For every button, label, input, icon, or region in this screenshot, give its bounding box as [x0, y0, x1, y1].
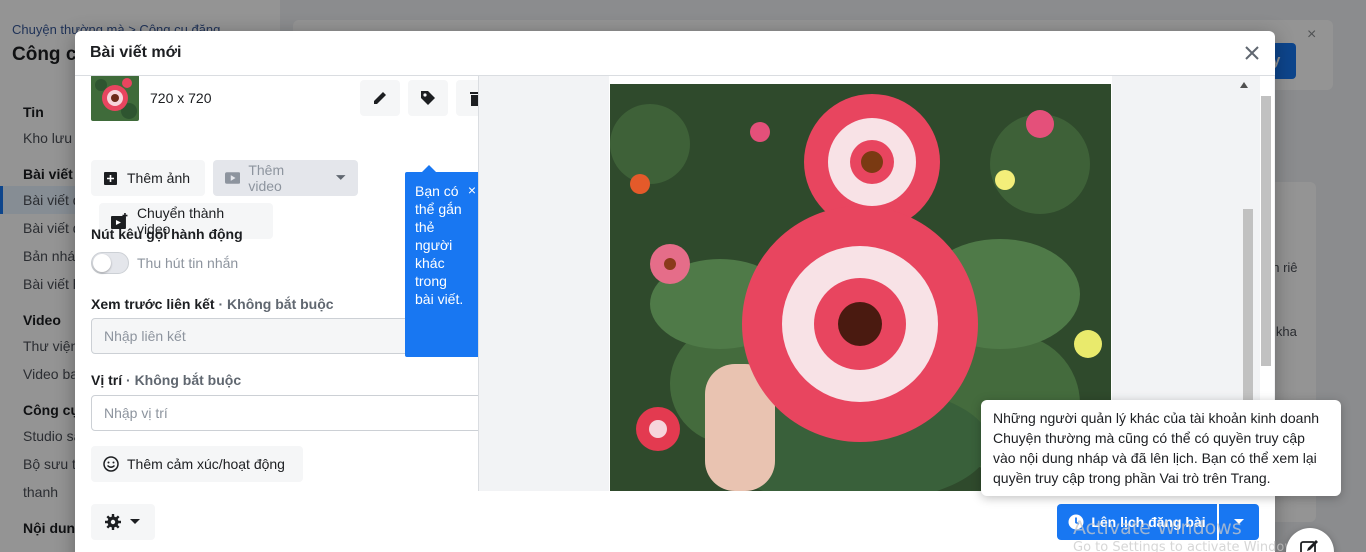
- composer-pane: 720 x 720 Thêm ảnh Thêm video Chuyển thà…: [75, 76, 478, 491]
- tooltip-arrow: [422, 165, 436, 172]
- cta-label: Nút kêu gọi hành động: [91, 226, 243, 242]
- edit-button[interactable]: [360, 80, 400, 116]
- add-video-label: Thêm video: [248, 162, 285, 194]
- add-feeling-button[interactable]: Thêm cảm xúc/hoạt động: [91, 446, 303, 482]
- tooltip-close-icon[interactable]: ×: [468, 181, 476, 199]
- delete-button[interactable]: [456, 80, 478, 116]
- link-preview-label: Xem trước liên kết · Không bắt buộc: [91, 296, 334, 312]
- link-preview-title: Xem trước liên kết: [91, 296, 215, 312]
- link-preview-optional: · Không bắt buộc: [218, 296, 334, 312]
- cta-toggle-row: Thu hút tin nhắn: [91, 252, 238, 274]
- tag-icon: [421, 91, 435, 105]
- location-input[interactable]: [91, 395, 478, 431]
- tag-tooltip-text: Bạn có thể gắn thẻ người khác trong bài …: [415, 183, 464, 307]
- trash-icon: [470, 92, 478, 106]
- access-info-tooltip: Những người quản lý khác của tài khoản k…: [981, 400, 1341, 496]
- add-feeling-label: Thêm cảm xúc/hoạt động: [127, 456, 285, 472]
- smiley-icon: [103, 456, 119, 472]
- windows-watermark: Activate Windows: [1073, 517, 1242, 539]
- media-thumbnail[interactable]: [91, 76, 139, 121]
- add-photo-button[interactable]: Thêm ảnh: [91, 160, 205, 196]
- location-optional: · Không bắt buộc: [126, 372, 242, 388]
- location-label: Vị trí · Không bắt buộc: [91, 372, 241, 388]
- compose-icon: [1300, 540, 1318, 552]
- scrollbar-thumb[interactable]: [1261, 96, 1271, 366]
- add-video-button[interactable]: Thêm video: [213, 160, 358, 196]
- video-icon: [225, 172, 241, 184]
- tag-tooltip: Bạn có thể gắn thẻ người khác trong bài …: [405, 165, 478, 357]
- cta-toggle-label: Thu hút tin nhắn: [137, 255, 239, 271]
- add-photo-label: Thêm ảnh: [127, 170, 191, 186]
- tag-button[interactable]: [408, 80, 448, 116]
- pencil-icon: [374, 92, 386, 104]
- close-icon: [1245, 46, 1259, 60]
- chevron-down-icon: [130, 519, 140, 524]
- modal-header: Bài viết mới: [75, 31, 1275, 76]
- windows-watermark-subtext: Go to Settings to activate Windows.: [1073, 540, 1306, 552]
- close-button[interactable]: [1239, 40, 1265, 66]
- location-title: Vị trí: [91, 372, 123, 388]
- modal-title: Bài viết mới: [90, 44, 182, 61]
- preview-scroll-thumb[interactable]: [1243, 209, 1253, 409]
- settings-button[interactable]: [91, 504, 155, 540]
- gear-icon: [105, 514, 121, 530]
- chevron-down-icon: [335, 175, 346, 180]
- scroll-up-icon[interactable]: [1240, 82, 1248, 88]
- cta-toggle[interactable]: [91, 252, 129, 274]
- add-photo-icon: [104, 172, 117, 185]
- media-dimensions: 720 x 720: [150, 90, 212, 106]
